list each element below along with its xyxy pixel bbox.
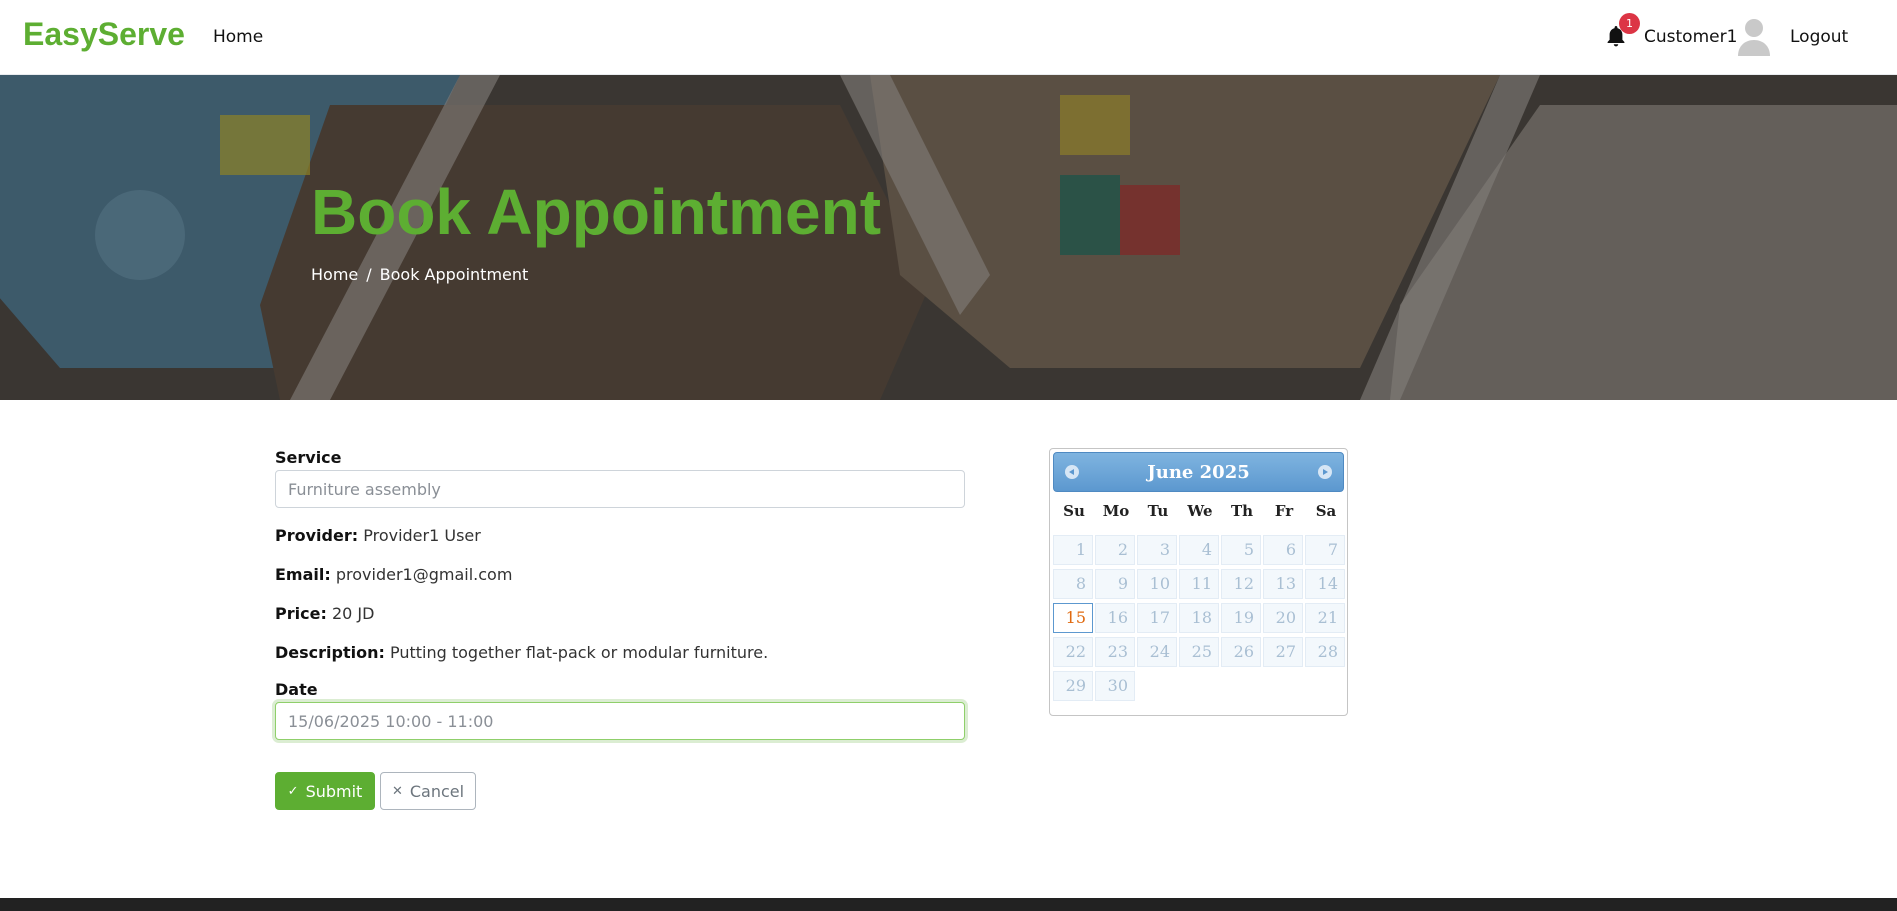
- datepicker-day[interactable]: 28: [1305, 637, 1345, 667]
- close-icon: ✕: [391, 783, 403, 799]
- datepicker-day[interactable]: 29: [1053, 671, 1093, 701]
- datepicker-day[interactable]: 25: [1179, 637, 1219, 667]
- check-icon: ✓: [287, 783, 299, 799]
- datepicker-month: June: [1147, 462, 1194, 483]
- email-label: Email:: [275, 565, 331, 584]
- datepicker-day[interactable]: 8: [1053, 569, 1093, 599]
- page-title: Book Appointment: [311, 176, 881, 248]
- weekday-header: Su: [1063, 502, 1085, 520]
- cancel-button[interactable]: ✕ Cancel: [380, 772, 476, 810]
- datepicker-day[interactable]: 10: [1137, 569, 1177, 599]
- datepicker-weekdays: Su Mo Tu We Th Fr Sa: [1053, 502, 1344, 520]
- datepicker-day[interactable]: 20: [1263, 603, 1303, 633]
- breadcrumb-separator: /: [366, 265, 372, 284]
- weekday-header: We: [1187, 502, 1213, 520]
- provider-row: Provider: Provider1 User: [275, 526, 965, 545]
- description-value: Putting together flat-pack or modular fu…: [389, 643, 769, 662]
- hero-background-image: [0, 75, 1897, 400]
- price-row: Price: 20 JD: [275, 604, 965, 623]
- datepicker-day[interactable]: 26: [1221, 637, 1261, 667]
- datepicker-day[interactable]: 27: [1263, 637, 1303, 667]
- datepicker-day[interactable]: 19: [1221, 603, 1261, 633]
- breadcrumb-home[interactable]: Home: [311, 265, 358, 284]
- datepicker: June 2025 Su Mo Tu We Th Fr Sa 1 2 3 4 5 6 7 8 9 10 11 12…: [1049, 448, 1348, 716]
- logout-link[interactable]: Logout: [1790, 27, 1848, 47]
- footer: [0, 898, 1897, 911]
- date-label: Date: [275, 680, 318, 699]
- weekday-header: Fr: [1274, 502, 1294, 520]
- datepicker-day[interactable]: 24: [1137, 637, 1177, 667]
- brand-logo[interactable]: EasyServe: [23, 16, 185, 53]
- date-placeholder: 15/06/2025 10:00 - 11:00: [288, 711, 494, 731]
- datepicker-day[interactable]: 22: [1053, 637, 1093, 667]
- description-row: Description: Putting together flat-pack …: [275, 643, 965, 662]
- price-label: Price:: [275, 604, 327, 623]
- email-value: provider1@gmail.com: [335, 565, 513, 584]
- datepicker-day[interactable]: 3: [1137, 535, 1177, 565]
- nav-home-link[interactable]: Home: [213, 27, 263, 47]
- datepicker-day[interactable]: 6: [1263, 535, 1303, 565]
- datepicker-days: 1 2 3 4 5 6 7 8 9 10 11 12 13 14 15 16 17 18 19 20 21 22 23 24 2…: [1053, 535, 1345, 701]
- date-input[interactable]: 15/06/2025 10:00 - 11:00: [275, 702, 965, 740]
- datepicker-day[interactable]: 7: [1305, 535, 1345, 565]
- datepicker-day[interactable]: 18: [1179, 603, 1219, 633]
- hero-banner: Book Appointment Home / Book Appointment: [0, 75, 1897, 400]
- datepicker-day[interactable]: 21: [1305, 603, 1345, 633]
- datepicker-day[interactable]: 13: [1263, 569, 1303, 599]
- datepicker-title: June 2025: [1054, 462, 1343, 483]
- service-input[interactable]: Furniture assembly: [275, 470, 965, 508]
- datepicker-day[interactable]: 4: [1179, 535, 1219, 565]
- description-label: Description:: [275, 643, 385, 662]
- service-placeholder: Furniture assembly: [288, 479, 441, 499]
- datepicker-header: June 2025: [1053, 452, 1344, 492]
- datepicker-day[interactable]: 14: [1305, 569, 1345, 599]
- weekday-header: Tu: [1147, 502, 1169, 520]
- submit-button[interactable]: ✓ Submit: [275, 772, 375, 810]
- datepicker-day[interactable]: 1: [1053, 535, 1093, 565]
- weekday-header: Mo: [1102, 502, 1130, 520]
- provider-label: Provider:: [275, 526, 359, 545]
- datepicker-year: 2025: [1199, 462, 1250, 483]
- notification-badge: 1: [1619, 13, 1640, 34]
- datepicker-day[interactable]: 12: [1221, 569, 1261, 599]
- breadcrumb: Home / Book Appointment: [311, 265, 528, 284]
- weekday-header: Th: [1230, 502, 1254, 520]
- email-row: Email: provider1@gmail.com: [275, 565, 965, 584]
- datepicker-day-today[interactable]: 15: [1053, 603, 1093, 633]
- provider-value: Provider1 User: [363, 526, 481, 545]
- service-label: Service: [275, 448, 342, 467]
- datepicker-day[interactable]: 9: [1095, 569, 1135, 599]
- breadcrumb-current: Book Appointment: [379, 265, 529, 284]
- datepicker-day[interactable]: 11: [1179, 569, 1219, 599]
- datepicker-day[interactable]: 5: [1221, 535, 1261, 565]
- datepicker-day[interactable]: 30: [1095, 671, 1135, 701]
- weekday-header: Sa: [1315, 502, 1337, 520]
- booking-form: Service Furniture assembly Provider: Pro…: [275, 448, 965, 740]
- datepicker-day[interactable]: 2: [1095, 535, 1135, 565]
- avatar-icon[interactable]: [1736, 16, 1772, 56]
- top-navbar: EasyServe Home 1 Customer1 Logout: [0, 0, 1897, 75]
- price-value: 20 JD: [331, 604, 375, 623]
- datepicker-day[interactable]: 17: [1137, 603, 1177, 633]
- datepicker-day[interactable]: 16: [1095, 603, 1135, 633]
- user-name[interactable]: Customer1: [1644, 27, 1737, 47]
- submit-label: Submit: [305, 781, 363, 801]
- cancel-label: Cancel: [409, 781, 465, 801]
- circle-arrow-right-icon[interactable]: [1318, 465, 1332, 479]
- datepicker-day[interactable]: 23: [1095, 637, 1135, 667]
